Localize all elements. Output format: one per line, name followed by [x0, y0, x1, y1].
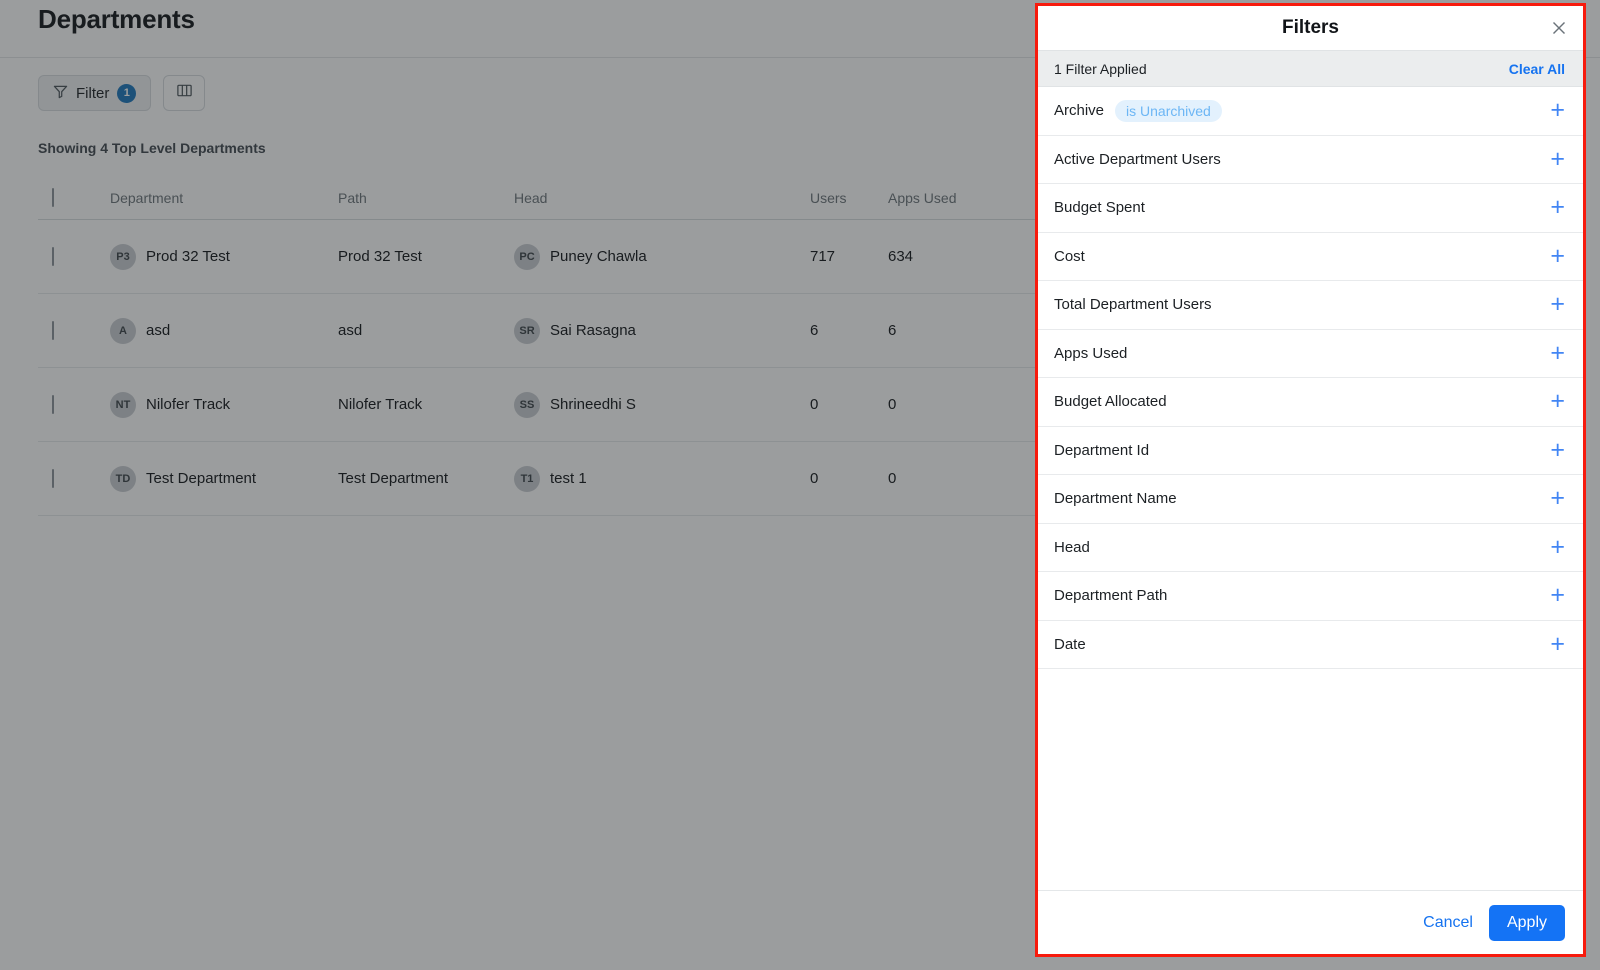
- plus-icon[interactable]: +: [1550, 437, 1565, 463]
- applied-filters-count: 1 Filter Applied: [1054, 60, 1147, 77]
- filter-row-left: Total Department Users: [1054, 296, 1212, 313]
- filter-row-left: Department Id: [1054, 442, 1149, 459]
- filter-row-left: Department Path: [1054, 587, 1167, 604]
- filter-row-department-id[interactable]: Department Id +: [1038, 427, 1583, 475]
- apply-button[interactable]: Apply: [1488, 904, 1565, 941]
- plus-icon[interactable]: +: [1550, 340, 1565, 366]
- plus-icon[interactable]: +: [1550, 389, 1565, 414]
- filter-row-left: Archive is Unarchived: [1054, 99, 1222, 122]
- filters-panel: Filters 1 Filter Applied Clear All Archi…: [1035, 3, 1586, 957]
- filter-row-budget-spent[interactable]: Budget Spent +: [1038, 184, 1583, 233]
- plus-icon[interactable]: +: [1550, 534, 1565, 560]
- filter-options-list: Archive is Unarchived + Active Departmen…: [1038, 87, 1583, 890]
- cancel-button[interactable]: Cancel: [1423, 914, 1473, 932]
- filters-panel-footer: Cancel Apply: [1038, 890, 1583, 954]
- filter-label: Department Path: [1054, 587, 1168, 605]
- filter-row-budget-allocated[interactable]: Budget Allocated +: [1038, 378, 1583, 427]
- filter-row-head[interactable]: Head +: [1038, 524, 1583, 572]
- filter-label: Budget Allocated: [1054, 393, 1167, 411]
- filter-label: Department Id: [1054, 441, 1150, 459]
- filter-row-apps-used[interactable]: Apps Used +: [1038, 330, 1583, 378]
- plus-icon[interactable]: +: [1550, 583, 1565, 608]
- filter-row-left: Date: [1054, 636, 1086, 653]
- filter-row-total-department-users[interactable]: Total Department Users +: [1038, 281, 1583, 330]
- filter-label: Total Department Users: [1054, 296, 1212, 314]
- filter-row-left: Head: [1054, 539, 1090, 556]
- filter-label: Department Name: [1054, 490, 1177, 508]
- plus-icon[interactable]: +: [1550, 98, 1565, 123]
- filter-label: Cost: [1054, 247, 1085, 265]
- plus-icon[interactable]: +: [1550, 243, 1565, 269]
- filters-panel-header: Filters: [1038, 6, 1583, 50]
- close-icon[interactable]: [1545, 14, 1573, 42]
- screen-root: Departments Filter 1 Showing 4 Top Level…: [0, 0, 1600, 970]
- filter-row-date[interactable]: Date +: [1038, 621, 1583, 669]
- filter-label: Archive: [1054, 102, 1105, 120]
- plus-icon[interactable]: +: [1550, 195, 1565, 220]
- plus-icon[interactable]: +: [1550, 146, 1565, 172]
- filter-row-department-path[interactable]: Department Path +: [1038, 572, 1583, 621]
- filter-row-left: Active Department Users: [1054, 151, 1221, 168]
- filter-row-left: Department Name: [1054, 490, 1177, 507]
- filter-row-department-name[interactable]: Department Name +: [1038, 475, 1583, 524]
- filter-row-left: Cost: [1054, 248, 1085, 265]
- filter-row-active-department-users[interactable]: Active Department Users +: [1038, 136, 1583, 184]
- filter-label: Budget Spent: [1054, 199, 1145, 217]
- filter-label: Date: [1054, 635, 1086, 653]
- applied-filters-bar: 1 Filter Applied Clear All: [1038, 50, 1583, 87]
- plus-icon[interactable]: +: [1550, 292, 1565, 317]
- filter-row-left: Apps Used: [1054, 345, 1127, 362]
- filter-row-cost[interactable]: Cost +: [1038, 233, 1583, 281]
- filter-value-chip[interactable]: is Unarchived: [1115, 99, 1222, 122]
- plus-icon[interactable]: +: [1550, 486, 1565, 511]
- clear-all-button[interactable]: Clear All: [1509, 61, 1565, 77]
- plus-icon[interactable]: +: [1550, 631, 1565, 657]
- filter-row-archive[interactable]: Archive is Unarchived +: [1038, 87, 1583, 136]
- filter-label: Apps Used: [1054, 344, 1128, 362]
- filter-label: Head: [1054, 538, 1090, 556]
- filter-row-left: Budget Allocated: [1054, 393, 1167, 410]
- filter-row-left: Budget Spent: [1054, 199, 1145, 216]
- filter-label: Active Department Users: [1054, 150, 1221, 168]
- filters-panel-title: Filters: [1281, 17, 1340, 38]
